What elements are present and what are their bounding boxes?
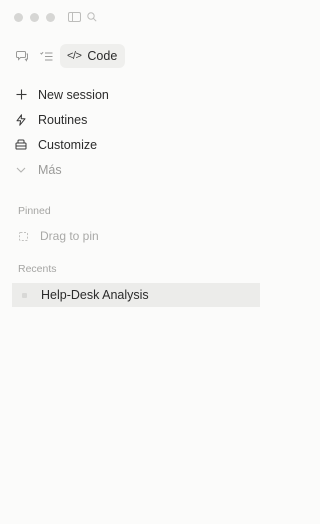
window-titlebar [14, 10, 97, 24]
sidebar-nav: New session Routines Customize Más [14, 82, 250, 182]
drag-to-pin-placeholder: Drag to pin [18, 229, 99, 243]
mode-switcher: </> Code [12, 44, 126, 68]
routines-label: Routines [38, 112, 88, 127]
session-status-icon [22, 292, 27, 298]
drag-to-pin-label: Drag to pin [40, 229, 99, 243]
recent-session-item[interactable]: Help-Desk Analysis [12, 283, 260, 307]
pinned-section-label: Pinned [18, 205, 51, 217]
plus-icon [14, 88, 28, 102]
routines-button[interactable]: Routines [14, 107, 250, 132]
search-icon[interactable] [87, 12, 97, 22]
sidebar-toggle-icon[interactable] [68, 12, 81, 22]
more-label: Más [38, 162, 62, 177]
more-button[interactable]: Más [14, 157, 250, 182]
code-mode-button[interactable]: </> Code [60, 44, 126, 68]
pin-placeholder-icon [18, 231, 28, 241]
window-zoom-button[interactable] [46, 12, 55, 22]
checklist-icon[interactable] [36, 46, 56, 66]
customize-icon [14, 138, 28, 152]
recent-session-title: Help-Desk Analysis [41, 288, 149, 302]
sidebar: </> Code New session Routines Customize … [0, 0, 260, 524]
code-icon: </> [67, 50, 82, 62]
recents-section-label: Recents [18, 263, 57, 275]
window-minimize-button[interactable] [30, 12, 39, 22]
chat-bubble-icon[interactable] [12, 46, 32, 66]
chevron-down-icon [14, 163, 28, 177]
new-session-button[interactable]: New session [14, 82, 250, 107]
customize-button[interactable]: Customize [14, 132, 250, 157]
window-close-button[interactable] [14, 12, 23, 22]
customize-label: Customize [38, 137, 98, 152]
code-mode-label: Code [87, 49, 118, 63]
new-session-label: New session [38, 87, 109, 102]
routines-icon [14, 113, 28, 127]
